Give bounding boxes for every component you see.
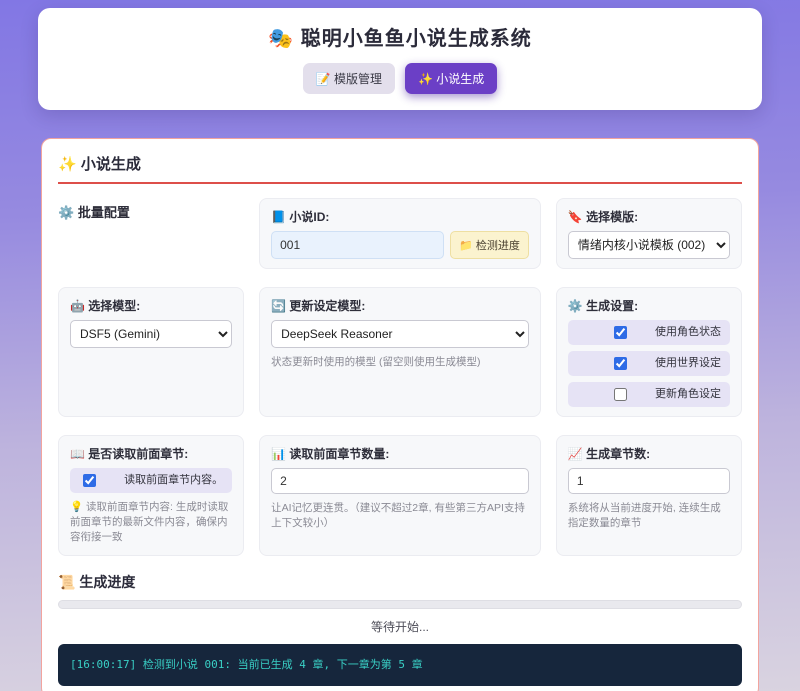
gen-settings-label: ⚙️ 生成设置: — [568, 297, 730, 314]
novel-id-row: 📁 检测进度 — [271, 231, 529, 259]
progress-status-text: 等待开始... — [58, 618, 742, 635]
gen-settings-panel: ⚙️ 生成设置: 使用角色状态 使用世界设定 更新角色设定 — [556, 287, 742, 417]
template-select-panel: 🔖 选择模版: 情绪内核小说模板 (002) — [556, 198, 742, 269]
tab-novel-generate-label: 小说生成 — [436, 72, 484, 86]
prev-count-panel: 📊 读取前面章节数量: 让AI记忆更连贯。（建议不超过2章, 有些第三方API支… — [259, 435, 541, 556]
gen-count-panel: 📈 生成章节数: 系统将从当前进度开始, 连续生成指定数量的章节 — [556, 435, 742, 556]
prev-count-help: 让AI记忆更连贯。（建议不超过2章, 有些第三方API支持上下文较小） — [271, 501, 529, 531]
read-prev-option-label: 读取前面章节内容。 — [124, 473, 223, 487]
sparkle-icon: ✨ — [58, 156, 77, 173]
template-select-label-text: 选择模版: — [586, 210, 638, 224]
novel-generate-icon: ✨ — [418, 72, 433, 86]
novel-id-input[interactable] — [271, 231, 444, 259]
bar-chart-icon: 📊 — [271, 447, 286, 461]
novel-id-panel: 📘 小说ID: 📁 检测进度 — [259, 198, 541, 269]
gen-count-help: 系统将从当前进度开始, 连续生成指定数量的章节 — [568, 501, 730, 531]
update-model-label: 🔄 更新设定模型: — [271, 297, 529, 314]
novel-id-label: 📘 小说ID: — [271, 208, 529, 225]
folder-icon: 📁 — [459, 240, 473, 252]
use-character-state-checkbox[interactable] — [614, 326, 627, 339]
page-title: 🎭 聪明小鱼鱼小说生成系统 — [48, 22, 752, 51]
use-world-setting-label: 使用世界设定 — [655, 356, 721, 370]
update-model-help: 状态更新时使用的模型 (留空则使用生成模型) — [271, 355, 529, 370]
app-header: 🎭 聪明小鱼鱼小说生成系统 📝 模版管理 ✨ 小说生成 — [38, 8, 762, 110]
use-world-setting-option: 使用世界设定 — [568, 351, 730, 376]
bookmark-icon: 🔖 — [568, 210, 583, 224]
template-manage-icon: 📝 — [316, 72, 331, 86]
update-model-panel: 🔄 更新设定模型: DeepSeek Reasoner 状态更新时使用的模型 (… — [259, 287, 541, 417]
check-progress-button[interactable]: 📁 检测进度 — [450, 231, 529, 259]
prev-count-input[interactable] — [271, 468, 529, 494]
section-title: ✨ 小说生成 — [58, 153, 742, 184]
gen-count-input[interactable] — [568, 468, 730, 494]
novel-id-label-text: 小说ID: — [289, 210, 329, 224]
book-icon: 📘 — [271, 210, 286, 224]
app-title-text: 聪明小鱼鱼小说生成系统 — [301, 28, 532, 50]
refresh-icon: 🔄 — [271, 299, 286, 313]
prev-count-label-text: 读取前面章节数量: — [289, 447, 389, 461]
console-log: [16:00:17] 检测到小说 001: 当前已生成 4 章, 下一章为第 5… — [58, 644, 742, 686]
update-model-label-text: 更新设定模型: — [289, 299, 365, 313]
read-prev-option: 读取前面章节内容。 — [70, 468, 232, 493]
model-select-label-text: 选择模型: — [88, 299, 140, 313]
update-character-setting-option: 更新角色设定 — [568, 382, 730, 407]
config-grid: ⚙️ 批量配置 📘 小说ID: 📁 检测进度 🔖 选择模版: 情绪 — [58, 198, 742, 556]
open-book-icon: 📖 — [70, 447, 85, 461]
batch-config-label: ⚙️ 批量配置 — [58, 198, 244, 269]
use-character-state-label: 使用角色状态 — [655, 325, 721, 339]
use-character-state-option: 使用角色状态 — [568, 320, 730, 345]
read-prev-tip-text: 读取前面章节内容: 生成时读取前面章节的最新文件内容，确保内容衔接一致 — [70, 501, 228, 543]
batch-config-text: 批量配置 — [78, 205, 130, 220]
section-title-text: 小说生成 — [81, 156, 141, 173]
tab-template-manage[interactable]: 📝 模版管理 — [303, 63, 395, 94]
tab-novel-generate[interactable]: ✨ 小说生成 — [405, 63, 497, 94]
tab-template-manage-label: 模版管理 — [334, 72, 382, 86]
robot-icon: 🤖 — [70, 299, 85, 313]
check-progress-label: 检测进度 — [476, 240, 520, 252]
read-prev-panel: 📖 是否读取前面章节: 读取前面章节内容。 💡 读取前面章节内容: 生成时读取前… — [58, 435, 244, 556]
scroll-icon: 📜 — [58, 574, 75, 590]
template-select[interactable]: 情绪内核小说模板 (002) — [568, 231, 730, 259]
gen-settings-label-text: 生成设置: — [586, 299, 638, 313]
update-model-select[interactable]: DeepSeek Reasoner — [271, 320, 529, 348]
read-prev-label-text: 是否读取前面章节: — [88, 447, 188, 461]
update-character-setting-checkbox[interactable] — [614, 388, 627, 401]
model-select-panel: 🤖 选择模型: DSF5 (Gemini) — [58, 287, 244, 417]
model-select-label: 🤖 选择模型: — [70, 297, 232, 314]
app-logo-icon: 🎭 — [268, 28, 294, 50]
read-prev-tip: 💡 读取前面章节内容: 生成时读取前面章节的最新文件内容，确保内容衔接一致 — [70, 500, 232, 546]
update-character-setting-label: 更新角色设定 — [655, 387, 721, 401]
console-log-line: [16:00:17] 检测到小说 001: 当前已生成 4 章, 下一章为第 5… — [70, 658, 423, 671]
read-prev-checkbox[interactable] — [83, 474, 96, 487]
use-world-setting-checkbox[interactable] — [614, 357, 627, 370]
read-prev-label: 📖 是否读取前面章节: — [70, 445, 232, 462]
gen-count-label-text: 生成章节数: — [586, 447, 650, 461]
gen-count-label: 📈 生成章节数: — [568, 445, 730, 462]
novel-generate-card: ✨ 小说生成 ⚙️ 批量配置 📘 小说ID: 📁 检测进度 🔖 — [41, 138, 759, 691]
model-select[interactable]: DSF5 (Gemini) — [70, 320, 232, 348]
progress-section-title: 📜 生成进度 — [58, 572, 742, 592]
tab-bar: 📝 模版管理 ✨ 小说生成 — [48, 63, 752, 94]
template-select-label: 🔖 选择模版: — [568, 208, 730, 225]
gear-icon: ⚙️ — [58, 205, 74, 220]
progress-bar — [58, 600, 742, 609]
progress-title-text: 生成进度 — [79, 574, 135, 590]
lightbulb-icon: 💡 — [70, 501, 83, 513]
chart-up-icon: 📈 — [568, 447, 583, 461]
prev-count-label: 📊 读取前面章节数量: — [271, 445, 529, 462]
gear-icon: ⚙️ — [568, 299, 583, 313]
